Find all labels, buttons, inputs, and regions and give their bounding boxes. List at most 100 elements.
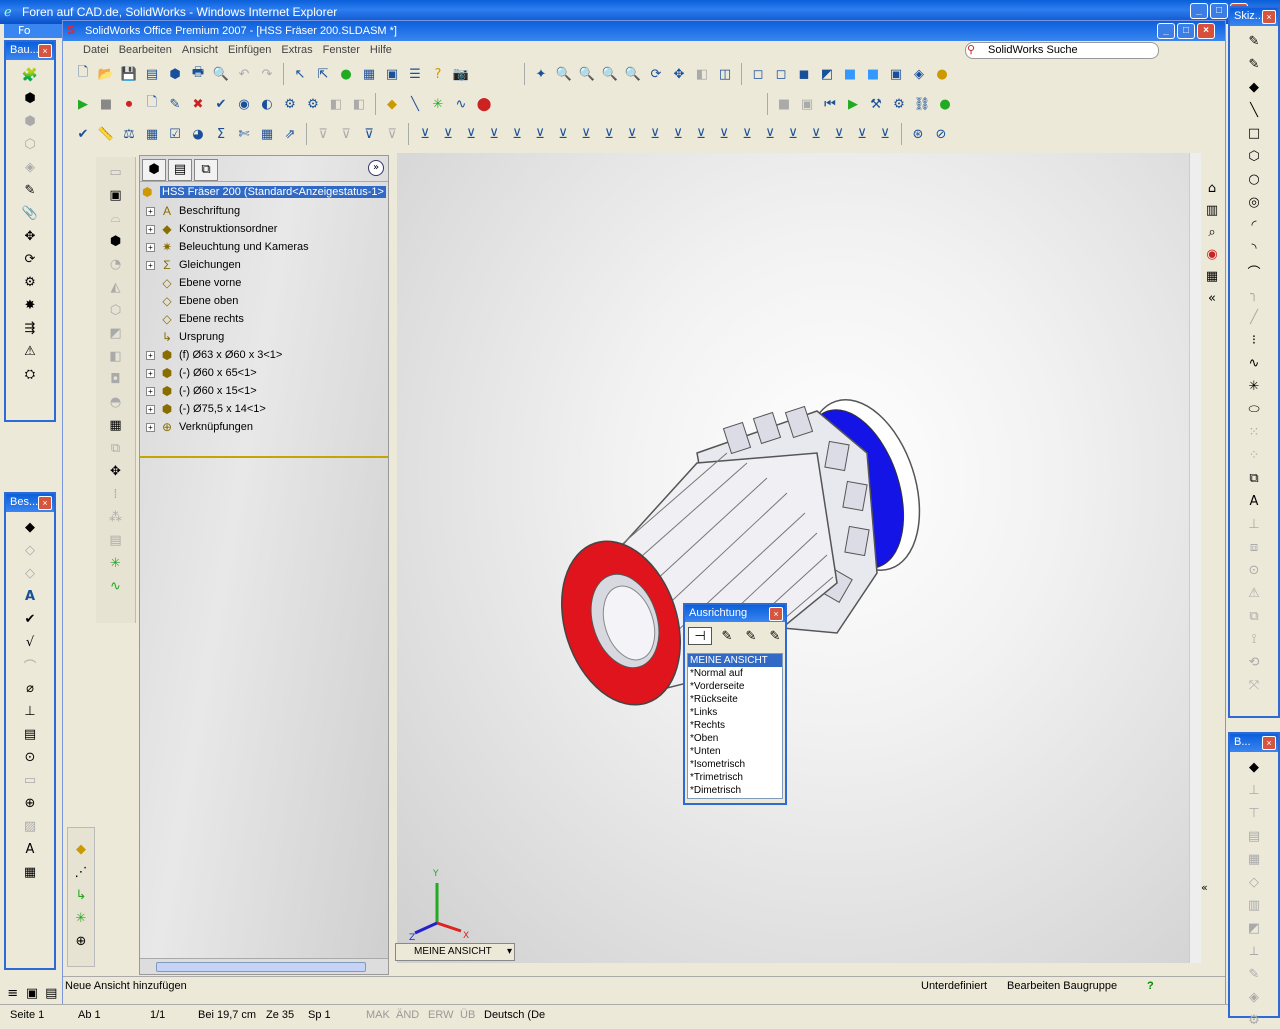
grid-icon[interactable]: ▦ [359,64,379,84]
mate-reference-icon[interactable]: ⊕ [72,932,90,950]
coordinate-system-icon[interactable]: ↳ [72,886,90,904]
spline-tool-icon[interactable]: ∿ [451,94,471,114]
expand-panel-icon[interactable]: » [368,160,384,176]
new-document-icon[interactable]: 🗋 [73,64,93,84]
filter-g-icon[interactable]: ⊻ [553,124,573,144]
assembly-panel-title[interactable]: Bau... × [6,42,54,60]
clear-filter-icon[interactable]: ⊘ [931,124,951,144]
point-sketch-icon[interactable]: ✳ [1245,377,1263,395]
insert-component-icon[interactable]: 🧩 [21,66,39,84]
menu-extras[interactable]: Extras [281,44,312,56]
area-hatch-icon[interactable]: ▨ [21,817,39,835]
block-icon[interactable]: ▭ [21,771,39,789]
surface-finish-icon[interactable]: √ [21,633,39,651]
weld-symbol-icon[interactable]: ⌒ [21,656,39,675]
filter-u-icon[interactable]: ⊻ [875,124,895,144]
expand-icon[interactable]: + [146,224,155,234]
curves-icon[interactable]: ∿ [107,577,125,595]
record-macro-icon[interactable]: ⏺ [119,94,139,114]
view-orientation-icon[interactable]: ✦ [531,64,551,84]
menu-fenster[interactable]: Fenster [323,44,360,56]
expand-icon[interactable]: + [146,386,155,396]
filter-e-icon[interactable]: ⊻ [507,124,527,144]
hidden-lines-removed-icon[interactable]: ◼ [794,64,814,84]
filter-q-icon[interactable]: ⊻ [783,124,803,144]
orientation-item[interactable]: *Oben [688,732,782,745]
pin-icon[interactable]: ⊣ [688,627,712,645]
orientation-item[interactable]: *Isometrisch [688,758,782,771]
orientation-item[interactable]: *Trimetrisch [688,771,782,784]
fillet-icon[interactable]: ◔ [107,255,125,273]
curve-driven-icon[interactable]: ▤ [107,531,125,549]
realview-icon[interactable]: ● [932,64,952,84]
run-macro-icon[interactable]: ▶ [73,94,93,114]
filter-r-icon[interactable]: ⊻ [806,124,826,144]
tree-item[interactable]: ◇ Ebene vorne [146,274,241,292]
new-macro-icon[interactable]: 🗋 [142,94,162,114]
orientation-item[interactable]: *Normal auf [688,667,782,680]
orientation-item[interactable]: *Vorderseite [688,680,782,693]
edit-macro-icon[interactable]: ✎ [165,94,185,114]
menu-hilfe[interactable]: Hilfe [370,44,392,56]
undo-icon[interactable]: ↶ [234,64,254,84]
note-icon[interactable]: A [21,587,39,605]
rebuild-block-icon[interactable]: ▦ [1245,850,1263,868]
rewind-icon[interactable]: ⏮ [820,94,840,114]
redo-icon[interactable]: ↷ [257,64,277,84]
save-icon[interactable]: 💾 [119,64,139,84]
exploded-view-icon[interactable]: ✸ [21,296,39,314]
perspective-icon[interactable]: ◈ [909,64,929,84]
orientation-item[interactable]: *Rückseite [688,693,782,706]
filter-j-icon[interactable]: ⊻ [622,124,642,144]
mirror-sketch-icon[interactable]: ⧉ [1245,607,1263,625]
3point-arc-icon[interactable]: ⌒ [1245,262,1263,281]
tree-item[interactable]: + ⬢ (-) Ø75,5 x 14<1> [146,400,266,418]
pan-icon[interactable]: ✥ [669,64,689,84]
block-tool-a-icon[interactable]: ⟂ [1245,942,1263,960]
sketch-pattern-icon[interactable]: ⁙ [1245,423,1263,441]
ie-tab[interactable]: Fo [4,24,64,38]
motion-icon[interactable]: ◧ [326,94,346,114]
standard-views-icon[interactable]: ◫ [715,64,735,84]
make-assembly-icon[interactable]: ⬢ [165,64,185,84]
filter-b-icon[interactable]: ⊻ [438,124,458,144]
filter-m-icon[interactable]: ⊻ [691,124,711,144]
explode-block-icon[interactable]: ▥ [1245,896,1263,914]
plane-sketch-icon[interactable]: ⊥ [1245,515,1263,533]
rollback-bar[interactable] [140,456,388,458]
orientation-item[interactable]: *Dimetrisch [688,784,782,797]
shadows-icon[interactable]: ■ [863,64,883,84]
filter-s-icon[interactable]: ⊻ [829,124,849,144]
hide-show-icon[interactable]: ◈ [21,158,39,176]
menu-bearbeiten[interactable]: Bearbeiten [119,44,172,56]
extrude-icon[interactable]: ▭ [107,163,125,181]
trim-icon[interactable]: ⊙ [1245,561,1263,579]
sketch-panel-title[interactable]: Skiz... × [1230,8,1278,26]
stop-animation-icon[interactable]: ■ [774,94,794,114]
filter-edges-icon[interactable]: ⊽ [359,124,379,144]
dome-icon[interactable]: ◓ [107,393,125,411]
center-mark-icon[interactable]: ⊕ [21,794,39,812]
filter-l-icon[interactable]: ⊻ [668,124,688,144]
new-part-icon[interactable]: ⬢ [21,89,39,107]
filter-k-icon[interactable]: ⊻ [645,124,665,144]
zoom-in-out-icon[interactable]: 🔍 [600,64,620,84]
filter-o-icon[interactable]: ⊻ [737,124,757,144]
filter-d-icon[interactable]: ⊻ [484,124,504,144]
sum-icon[interactable]: Σ [211,124,231,144]
new-view-icon[interactable]: ✎ [718,627,736,645]
extend-icon[interactable]: ⚠ [1245,584,1263,602]
datum-icon[interactable]: ⊥ [21,702,39,720]
filter-p-icon[interactable]: ⊻ [760,124,780,144]
record-button-icon[interactable]: ⬤ [474,94,494,114]
scale-sketch-icon[interactable]: ⤧ [1245,676,1263,694]
close-icon[interactable]: × [769,607,783,621]
geometric-tolerance-icon[interactable]: ▤ [21,725,39,743]
hidden-lines-visible-icon[interactable]: ◻ [771,64,791,84]
rib-icon[interactable]: ◧ [107,347,125,365]
filter-f-icon[interactable]: ⊻ [530,124,550,144]
orientation-item[interactable]: MEINE ANSICHT [688,654,782,667]
move-sketch-icon[interactable]: ⟟ [1245,630,1263,648]
sketch-tool-icon[interactable]: ◆ [382,94,402,114]
tree-item[interactable]: ◇ Ebene rechts [146,310,243,328]
